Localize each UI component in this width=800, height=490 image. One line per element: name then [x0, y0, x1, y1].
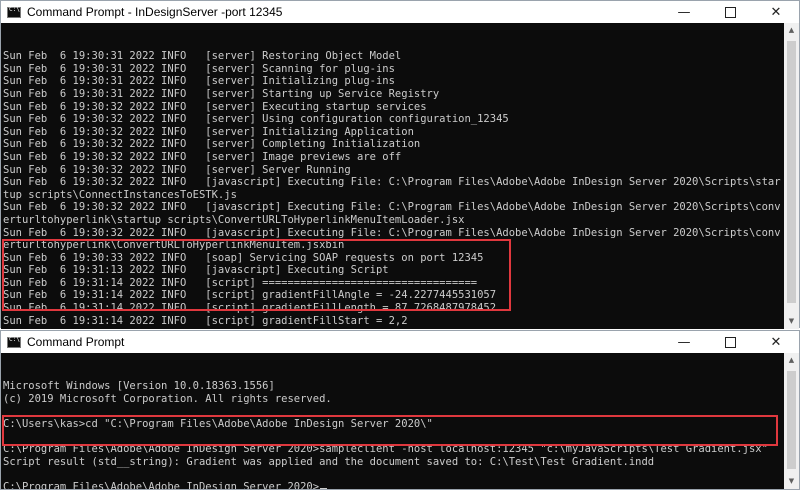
window-controls: — ✕	[661, 1, 799, 23]
console-line: Sun Feb 6 19:30:32 2022 INFO [server] Us…	[3, 113, 509, 126]
maximize-icon	[724, 336, 736, 348]
scroll-up-icon[interactable]: ▲	[784, 353, 799, 368]
console-line: C:\Program Files\Adobe\Adobe InDesign Se…	[1, 481, 799, 489]
maximize-icon	[724, 6, 736, 18]
console-line: Sun Feb 6 19:30:31 2022 INFO [server] Re…	[3, 50, 402, 63]
maximize-button[interactable]	[707, 331, 753, 353]
console-output[interactable]: Sun Feb 6 19:30:31 2022 INFO [server] Re…	[1, 23, 799, 329]
command-prompt-window: Command Prompt — ✕ Microsoft Windows [Ve…	[0, 330, 800, 490]
console-line: Sun Feb 6 19:30:32 2022 INFO [server] In…	[3, 125, 414, 138]
console-line: Sun Feb 6 19:31:14 2022 INFO [script] gr…	[3, 314, 408, 327]
scroll-thumb[interactable]	[787, 371, 796, 469]
title-bar[interactable]: Command Prompt - InDesignServer -port 12…	[1, 1, 799, 23]
console-line: Sun Feb 6 19:30:31 2022 INFO [server] St…	[3, 87, 440, 100]
console-line: erturltohyperlink\startup scripts\Conver…	[3, 213, 465, 226]
command-prompt-icon	[7, 6, 21, 18]
window-controls: — ✕	[661, 331, 799, 353]
console-line: Sun Feb 6 19:30:32 2022 INFO [server] Ex…	[3, 100, 427, 113]
highlight-box-command-result	[2, 415, 778, 446]
text-cursor	[320, 487, 328, 489]
console-line: Sun Feb 6 19:30:32 2022 INFO [server] Co…	[3, 138, 421, 151]
scroll-down-icon[interactable]: ▼	[784, 474, 799, 489]
close-button[interactable]: ✕	[753, 331, 799, 353]
minimize-button[interactable]: —	[661, 331, 707, 353]
indesign-server-console-window: Command Prompt - InDesignServer -port 12…	[0, 0, 800, 329]
vertical-scrollbar[interactable]: ▲ ▼	[784, 353, 799, 489]
console-line: Sun Feb 6 19:30:31 2022 INFO [server] In…	[3, 75, 395, 88]
vertical-scrollbar[interactable]: ▲ ▼	[784, 23, 799, 329]
window-title: Command Prompt - InDesignServer -port 12…	[27, 5, 283, 19]
console-output[interactable]: Microsoft Windows [Version 10.0.18363.15…	[1, 353, 799, 489]
console-line: Sun Feb 6 19:30:32 2022 INFO [javascript…	[3, 176, 781, 189]
close-icon: ✕	[770, 4, 782, 20]
window-title: Command Prompt	[27, 335, 125, 349]
title-bar[interactable]: Command Prompt — ✕	[1, 331, 799, 353]
console-line: Sun Feb 6 19:30:31 2022 INFO [server] Sc…	[3, 62, 395, 75]
minimize-button[interactable]: —	[661, 1, 707, 23]
console-line: Sun Feb 6 19:30:32 2022 INFO [server] Im…	[3, 150, 402, 163]
close-button[interactable]: ✕	[753, 1, 799, 23]
highlight-box-script-output	[2, 239, 511, 311]
minimize-icon: —	[677, 334, 691, 350]
maximize-button[interactable]	[707, 1, 753, 23]
console-line: Microsoft Windows [Version 10.0.18363.15…	[3, 380, 275, 393]
scroll-up-icon[interactable]: ▲	[784, 23, 799, 38]
console-line: Sun Feb 6 19:30:32 2022 INFO [javascript…	[3, 226, 781, 239]
console-line: Sun Feb 6 19:30:32 2022 INFO [javascript…	[3, 201, 781, 214]
close-icon: ✕	[770, 334, 782, 350]
console-line: Sun Feb 6 19:30:32 2022 INFO [server] Se…	[3, 163, 351, 176]
minimize-icon: —	[677, 4, 691, 20]
scroll-down-icon[interactable]: ▼	[784, 314, 799, 329]
command-prompt-icon	[7, 336, 21, 348]
scroll-thumb[interactable]	[787, 41, 796, 303]
console-line: Script result (std__string): Gradient wa…	[3, 455, 655, 468]
console-line: tup scripts\ConnectInstancesToESTK.js	[3, 188, 237, 201]
console-line: (c) 2019 Microsoft Corporation. All righ…	[3, 392, 332, 405]
